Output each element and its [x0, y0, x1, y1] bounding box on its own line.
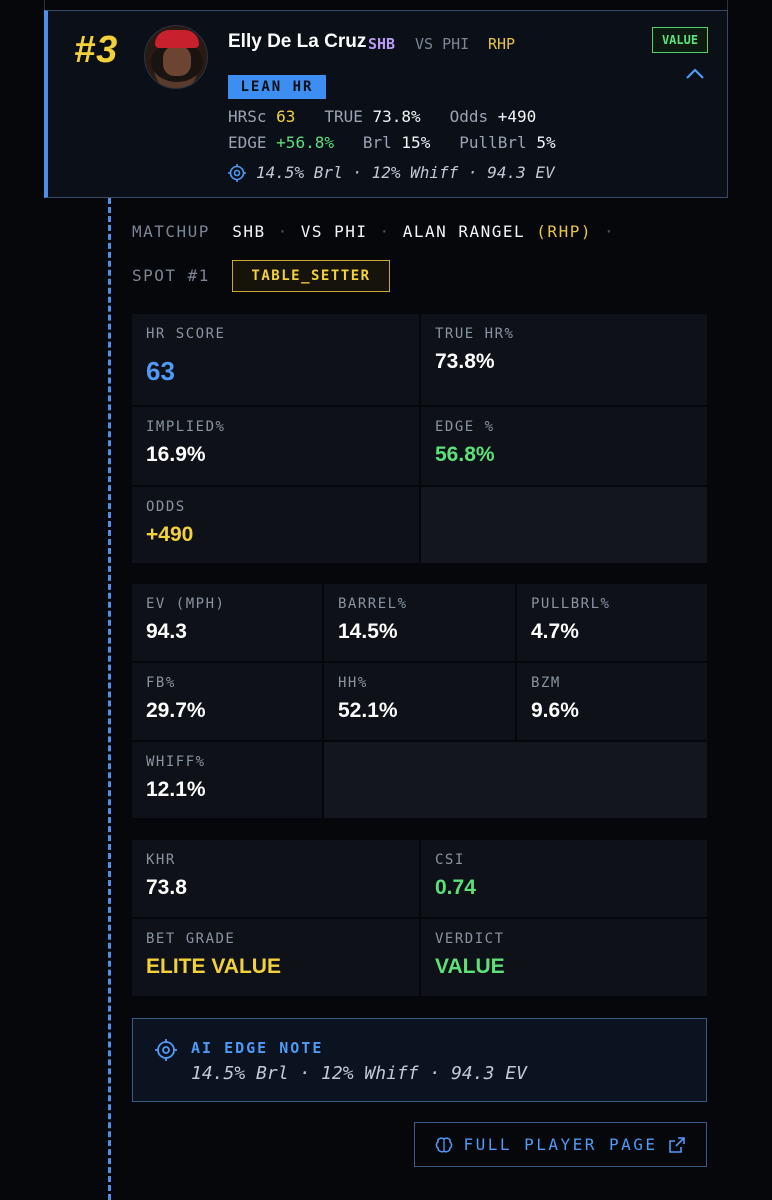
metric-verdict: VERDICT VALUE — [421, 919, 707, 996]
lean-badge: LEAN HR — [228, 75, 326, 99]
matchup-line: MATCHUP SHB · VS PHI · ALAN RANGEL (RHP) · — [132, 222, 616, 241]
player-note: 14.5% Brl · 12% Whiff · 94.3 EV — [228, 163, 555, 182]
metric-implied: IMPLIED% 16.9% — [132, 407, 419, 485]
role-tag: TABLE_SETTER — [232, 260, 390, 292]
lineup-spot: SPOT #1 — [132, 266, 210, 285]
pullbrl-value: 5% — [536, 133, 556, 152]
external-link-icon — [668, 1136, 685, 1153]
full-player-page-label: FULL PLAYER PAGE — [463, 1135, 658, 1154]
player-team: SHB — [368, 35, 396, 53]
edge-value: +56.8% — [276, 133, 334, 152]
player-card-header[interactable]: #3 Elly De La Cruz SHB VS PHI RHP VALUE … — [44, 10, 728, 198]
true-value: 73.8% — [372, 107, 421, 126]
player-avatar — [144, 25, 208, 89]
brl-value: 15% — [401, 133, 431, 152]
metric-bzm: BZM 9.6% — [517, 663, 707, 740]
ai-edge-note-title: AI EDGE NOTE — [191, 1039, 324, 1057]
player-opponent: VS PHI — [415, 35, 470, 53]
main-metrics-grid: HR SCORE 63 TRUE HR% 73.8% IMPLIED% 16.9… — [132, 314, 707, 563]
target-icon — [228, 163, 246, 182]
empty-cell — [324, 742, 707, 818]
ai-edge-note: AI EDGE NOTE 14.5% Brl · 12% Whiff · 94.… — [132, 1018, 707, 1102]
metric-ev: EV (MPH) 94.3 — [132, 584, 322, 661]
hrsc-value: 63 — [276, 107, 296, 126]
metric-hr-score: HR SCORE 63 — [132, 314, 419, 405]
metric-bet-grade: BET GRADE ELITE VALUE — [132, 919, 419, 996]
pitcher-hand: RHP — [488, 35, 516, 53]
metric-fb: FB% 29.7% — [132, 663, 322, 740]
empty-cell — [421, 487, 707, 563]
full-player-page-button[interactable]: FULL PLAYER PAGE — [414, 1122, 707, 1167]
metric-hh: HH% 52.1% — [324, 663, 515, 740]
summary-stats-row-2: EDGE +56.8% Brl 15% PullBrl 5% — [228, 133, 556, 152]
card-frame-left — [44, 0, 45, 10]
brain-icon — [436, 1136, 453, 1153]
chevron-up-icon[interactable] — [684, 65, 706, 81]
metric-true-hr: TRUE HR% 73.8% — [421, 314, 707, 405]
timeline-connector — [108, 198, 111, 1200]
metric-barrel: BARREL% 14.5% — [324, 584, 515, 661]
summary-stats-row-1: HRSc 63 TRUE 73.8% Odds +490 — [228, 107, 537, 126]
value-badge: VALUE — [652, 27, 708, 53]
metric-odds: ODDS +490 — [132, 487, 419, 563]
statcast-metrics-grid: EV (MPH) 94.3 BARREL% 14.5% PULLBRL% 4.7… — [132, 584, 707, 818]
card-frame-right — [727, 0, 728, 10]
target-icon — [155, 1039, 177, 1061]
metric-khr: KHR 73.8 — [132, 840, 419, 917]
metric-pullbrl: PULLBRL% 4.7% — [517, 584, 707, 661]
player-name[interactable]: Elly De La Cruz — [228, 31, 366, 53]
grade-metrics-grid: KHR 73.8 CSI 0.74 BET GRADE ELITE VALUE … — [132, 840, 707, 996]
player-note-text: 14.5% Brl · 12% Whiff · 94.3 EV — [256, 163, 555, 182]
metric-csi: CSI 0.74 — [421, 840, 707, 917]
ai-edge-note-text: 14.5% Brl · 12% Whiff · 94.3 EV — [191, 1063, 527, 1084]
odds-value: +490 — [497, 107, 537, 126]
metric-whiff: WHIFF% 12.1% — [132, 742, 322, 818]
player-rank: #3 — [74, 29, 119, 71]
metric-edge: EDGE % 56.8% — [421, 407, 707, 485]
